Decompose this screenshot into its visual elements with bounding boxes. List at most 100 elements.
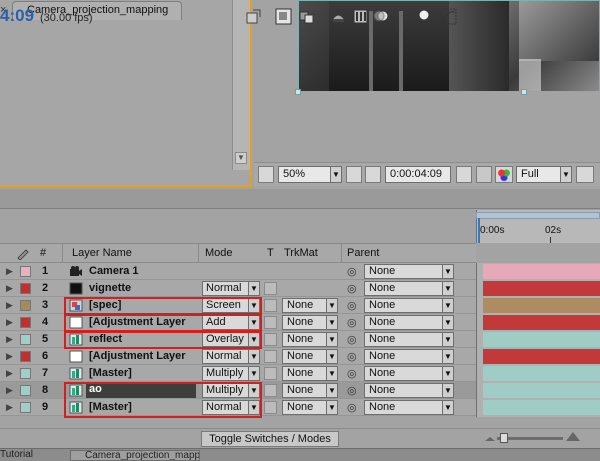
channel-icon[interactable] xyxy=(495,166,513,183)
twirl-arrow-icon[interactable]: ▶ xyxy=(6,300,13,311)
preserve-transparency-checkbox[interactable] xyxy=(264,299,277,312)
preserve-transparency-checkbox[interactable] xyxy=(264,316,277,329)
brainstorm-icon[interactable] xyxy=(415,8,432,25)
column-layer-name[interactable]: Layer Name xyxy=(72,247,132,259)
draft-3d-icon[interactable] xyxy=(298,8,315,25)
region-of-interest-icon[interactable] xyxy=(365,166,381,183)
layer-row[interactable]: ▶ 6 [Adjustment Layer Normal ▼ None ▼ ◎ None ▼ xyxy=(0,348,476,365)
project-scrollbar[interactable] xyxy=(232,0,250,170)
label-color-swatch[interactable] xyxy=(20,283,31,294)
chevron-down-icon[interactable]: ▼ xyxy=(560,166,572,183)
layer-duration-bar[interactable] xyxy=(483,298,600,313)
label-color-swatch[interactable] xyxy=(20,385,31,396)
zoom-slider-thumb[interactable] xyxy=(500,433,508,443)
preserve-transparency-checkbox[interactable] xyxy=(264,367,277,380)
label-color-swatch[interactable] xyxy=(20,368,31,379)
layer-name[interactable]: [Master] xyxy=(89,367,132,379)
label-color-swatch[interactable] xyxy=(20,266,31,277)
layer-duration-bar[interactable] xyxy=(483,264,600,279)
label-color-swatch[interactable] xyxy=(20,402,31,413)
column-number[interactable]: # xyxy=(40,247,46,259)
twirl-arrow-icon[interactable]: ▶ xyxy=(6,317,13,328)
parent-dropdown[interactable]: None ▼ xyxy=(364,315,454,330)
chevron-down-icon[interactable]: ▼ xyxy=(442,316,453,329)
parent-dropdown[interactable]: None ▼ xyxy=(364,332,454,347)
always-preview-icon[interactable] xyxy=(258,166,274,183)
track-matte-dropdown[interactable]: None ▼ xyxy=(282,383,338,398)
layer-duration-bar[interactable] xyxy=(483,400,600,415)
track-matte-dropdown[interactable]: None ▼ xyxy=(282,366,338,381)
chevron-down-icon[interactable]: ▼ xyxy=(442,333,453,346)
chevron-down-icon[interactable]: ▼ xyxy=(330,166,342,183)
motion-blur-icon[interactable] xyxy=(372,8,389,25)
track-matte-dropdown[interactable]: None ▼ xyxy=(282,400,338,415)
twirl-arrow-icon[interactable]: ▶ xyxy=(6,385,13,396)
column-mode[interactable]: Mode xyxy=(205,247,233,259)
layer-duration-bar[interactable] xyxy=(483,366,600,381)
chevron-down-icon[interactable]: ▼ xyxy=(326,333,337,346)
pickwhip-icon[interactable]: ◎ xyxy=(347,265,357,278)
chevron-down-icon[interactable]: ▼ xyxy=(326,350,337,363)
safe-margins-icon[interactable] xyxy=(346,166,362,183)
blend-mode-dropdown[interactable]: Normal ▼ xyxy=(202,349,260,364)
pickwhip-icon[interactable]: ◎ xyxy=(347,333,357,346)
chevron-down-icon[interactable]: ▼ xyxy=(248,282,259,295)
chevron-down-icon[interactable]: ▼ xyxy=(326,299,337,312)
chevron-down-icon[interactable]: ▼ xyxy=(248,367,259,380)
layer-duration-bar[interactable] xyxy=(483,281,600,296)
track-matte-dropdown[interactable]: None ▼ xyxy=(282,315,338,330)
preserve-transparency-checkbox[interactable] xyxy=(264,384,277,397)
twirl-arrow-icon[interactable]: ▶ xyxy=(6,334,13,345)
chevron-down-icon[interactable]: ▼ xyxy=(248,350,259,363)
chevron-down-icon[interactable]: ▼ xyxy=(442,367,453,380)
resolution-dropdown[interactable]: Full xyxy=(516,166,564,183)
layer-name[interactable]: [Adjustment Layer xyxy=(89,350,186,362)
frame-blending-icon[interactable] xyxy=(352,8,369,25)
parent-dropdown[interactable]: None ▼ xyxy=(364,264,454,279)
current-time-indicator[interactable] xyxy=(478,218,480,243)
preserve-transparency-checkbox[interactable] xyxy=(264,350,277,363)
preserve-transparency-checkbox[interactable] xyxy=(264,333,277,346)
label-color-swatch[interactable] xyxy=(20,317,31,328)
chevron-down-icon[interactable]: ▼ xyxy=(326,384,337,397)
blend-mode-dropdown[interactable]: Normal ▼ xyxy=(202,281,260,296)
comp-bounds-handle[interactable] xyxy=(521,89,527,95)
current-time-display[interactable]: 4:09 xyxy=(0,6,34,26)
chevron-down-icon[interactable]: ▼ xyxy=(326,316,337,329)
parent-dropdown[interactable]: None ▼ xyxy=(364,400,454,415)
track-matte-dropdown[interactable]: None ▼ xyxy=(282,332,338,347)
live-update-icon[interactable] xyxy=(275,8,292,25)
tab-camera-projection-mapping[interactable]: Camera_projection_mapping xyxy=(12,1,182,20)
layer-name[interactable]: vignette xyxy=(89,282,131,294)
current-time-field[interactable]: 0:00:04:09 xyxy=(385,166,451,183)
track-matte-dropdown[interactable]: None ▼ xyxy=(282,349,338,364)
twirl-arrow-icon[interactable]: ▶ xyxy=(6,351,13,362)
chevron-down-icon[interactable]: ▼ xyxy=(326,367,337,380)
region-icon[interactable] xyxy=(576,166,594,183)
layer-row[interactable]: ▶ 7 [Master] Multiply ▼ None ▼ ◎ None ▼ xyxy=(0,365,476,382)
preserve-transparency-checkbox[interactable] xyxy=(264,401,277,414)
chevron-down-icon[interactable]: ▼ xyxy=(442,282,453,295)
twirl-arrow-icon[interactable]: ▶ xyxy=(6,283,13,294)
chevron-down-icon[interactable]: ▼ xyxy=(326,401,337,414)
layer-row[interactable]: ▶ 2 vignette Normal ▼ ◎ None ▼ xyxy=(0,280,476,297)
parent-dropdown[interactable]: None ▼ xyxy=(364,383,454,398)
tab-camera-projection-mapping-bottom[interactable]: Camera_projection_mapping xyxy=(70,450,200,461)
track-matte-dropdown[interactable]: None ▼ xyxy=(282,298,338,313)
layer-duration-bar[interactable] xyxy=(483,383,600,398)
layer-duration-bar[interactable] xyxy=(483,315,600,330)
show-snapshot-icon[interactable] xyxy=(476,166,492,183)
comp-bounds-handle[interactable] xyxy=(295,89,301,95)
layer-name[interactable]: Camera 1 xyxy=(89,265,139,277)
comp-mini-flowchart-icon[interactable] xyxy=(245,8,262,25)
chevron-down-icon[interactable]: ▼ xyxy=(442,384,453,397)
zoom-in-icon[interactable] xyxy=(565,430,581,442)
twirl-arrow-icon[interactable]: ▶ xyxy=(6,402,13,413)
toggle-switches-modes-button[interactable]: Toggle Switches / Modes xyxy=(201,431,339,447)
preserve-transparency-checkbox[interactable] xyxy=(264,282,277,295)
column-trkmat[interactable]: TrkMat xyxy=(284,247,318,259)
layer-duration-bar[interactable] xyxy=(483,349,600,364)
scroll-down-arrow-icon[interactable]: ▼ xyxy=(235,152,247,164)
parent-dropdown[interactable]: None ▼ xyxy=(364,349,454,364)
blend-mode-dropdown[interactable]: Multiply ▼ xyxy=(202,366,260,381)
